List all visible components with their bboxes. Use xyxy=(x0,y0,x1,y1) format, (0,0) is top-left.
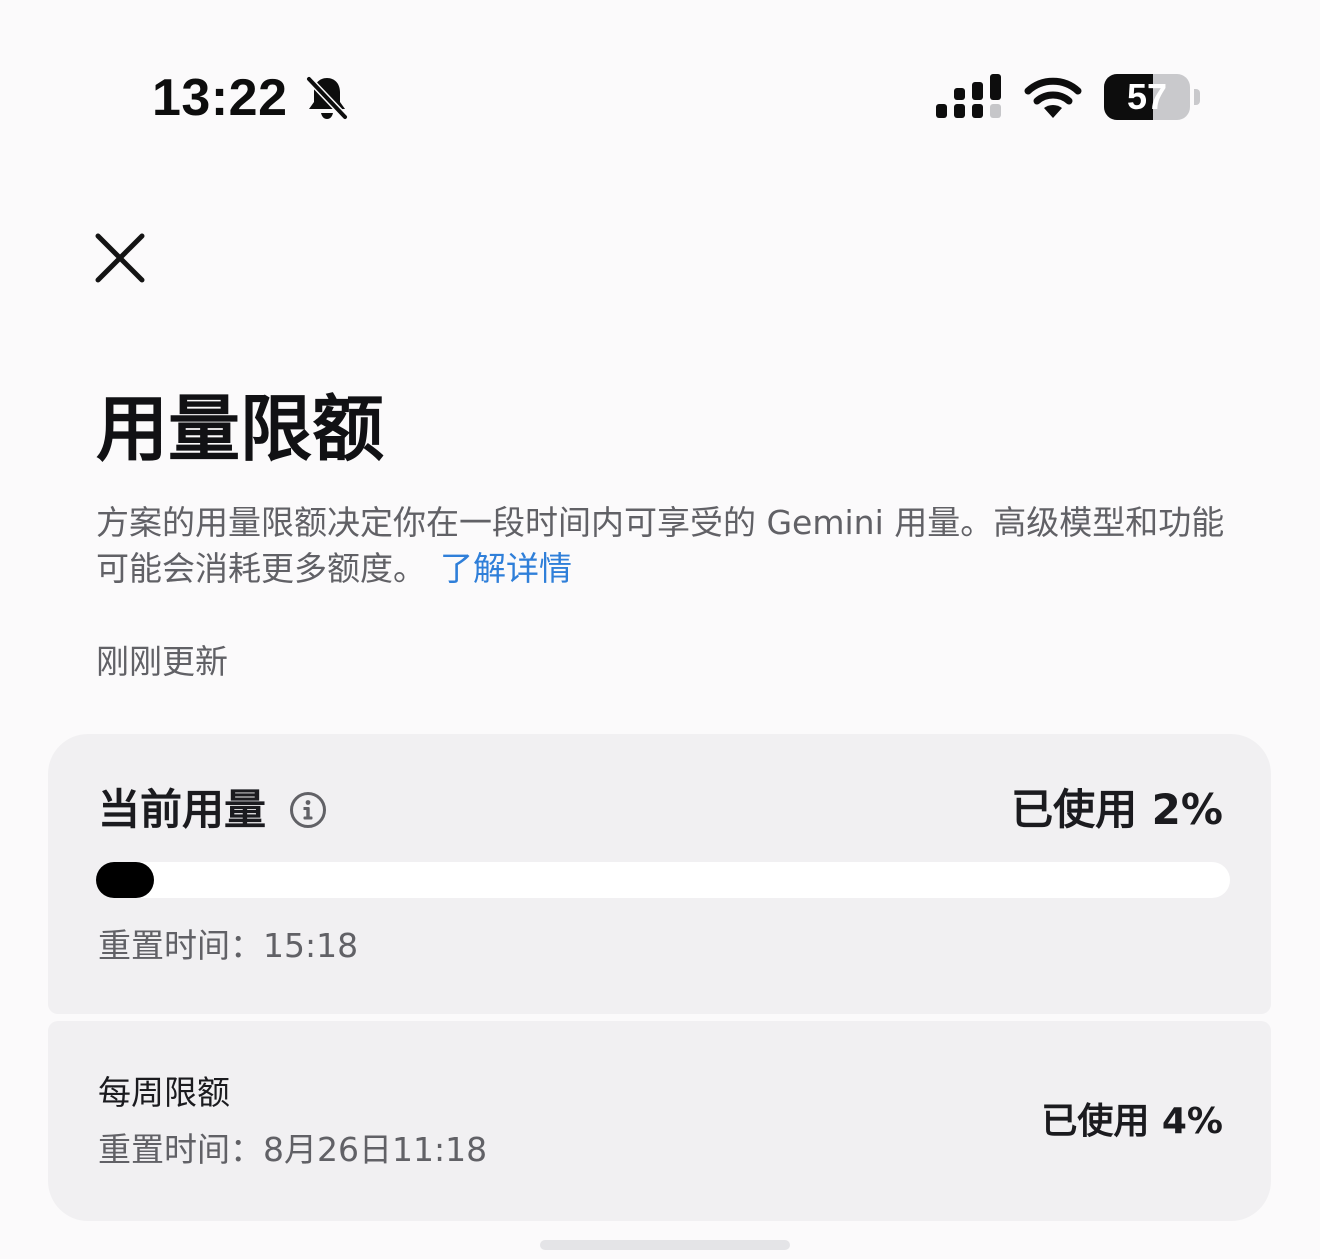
battery-icon: 57 xyxy=(1104,74,1190,120)
home-indicator[interactable] xyxy=(540,1240,790,1250)
current-usage-progress xyxy=(96,862,1230,898)
current-usage-card: 当前用量 已使用 2% 重置时间：15:18 xyxy=(48,734,1271,1014)
status-time: 13:22 xyxy=(152,69,288,127)
description-body: 方案的用量限额决定你在一段时间内可享受的 Gemini 用量。高级模型和功能可能… xyxy=(96,503,1225,588)
battery-indicator: 57 xyxy=(1104,74,1202,120)
updated-status: 刚刚更新 xyxy=(96,642,228,681)
weekly-reset-time: 重置时间：8月26日11:18 xyxy=(98,1130,488,1169)
page-title: 用量限额 xyxy=(96,387,385,471)
close-button[interactable] xyxy=(88,226,152,290)
weekly-limit-title: 每周限额 xyxy=(98,1073,230,1112)
wifi-icon xyxy=(1024,77,1082,118)
current-usage-title: 当前用量 xyxy=(98,785,267,834)
close-icon xyxy=(95,233,145,283)
info-icon[interactable] xyxy=(288,790,328,830)
learn-more-link[interactable]: 了解详情 xyxy=(440,549,572,588)
weekly-limit-card: 每周限额 重置时间：8月26日11:18 已使用 4% xyxy=(48,1021,1271,1221)
current-reset-time: 重置时间：15:18 xyxy=(98,926,359,965)
battery-cap xyxy=(1194,89,1200,105)
bell-off-icon xyxy=(304,74,350,122)
description-text: 方案的用量限额决定你在一段时间内可享受的 Gemini 用量。高级模型和功能可能… xyxy=(96,500,1226,592)
battery-level: 57 xyxy=(1126,76,1168,117)
weekly-usage-percent: 已使用 4% xyxy=(1041,1101,1223,1142)
current-usage-progress-fill xyxy=(96,862,154,898)
current-usage-percent: 已使用 2% xyxy=(1011,785,1223,834)
signal-icon xyxy=(936,74,1001,118)
